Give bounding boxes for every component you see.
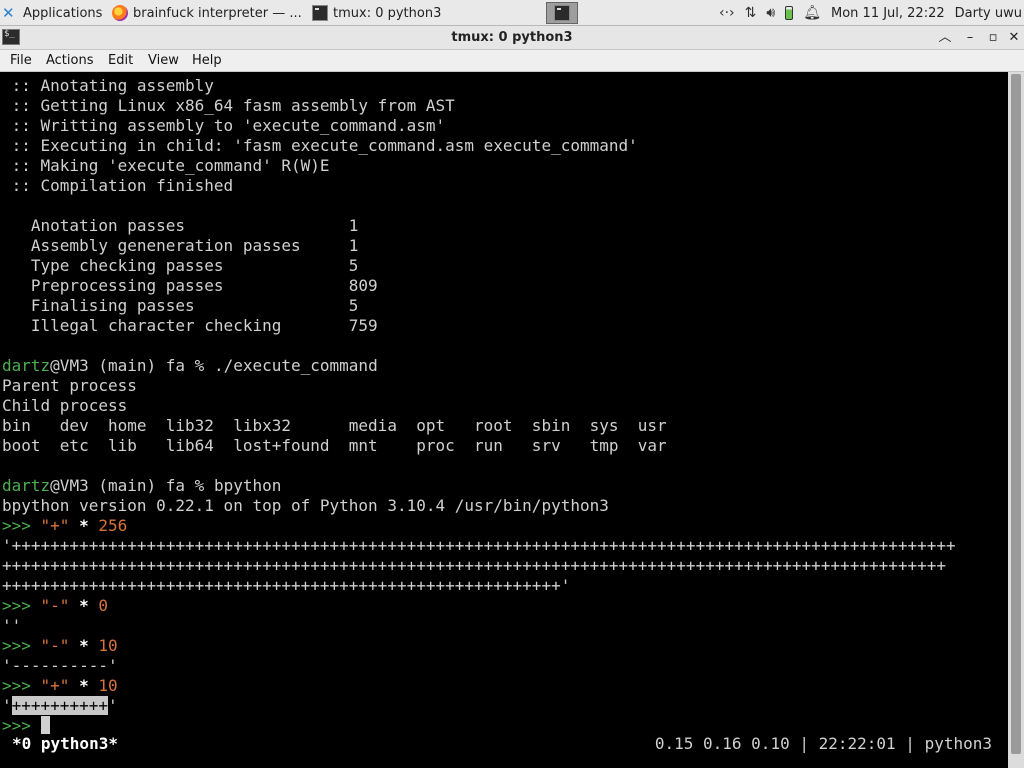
terminal-output[interactable]: :: Anotating assembly :: Getting Linux x… [0,72,1008,768]
shell-prompt-line: dartz@VM3 (main) fa % bpython [2,476,281,496]
scrollbar-thumb[interactable] [1011,74,1021,754]
repl-string: "-" [40,596,70,615]
taskbar-item-tmux[interactable]: tmux: 0 python3 [312,1,508,25]
repl-output-line: '' [2,616,22,635]
repl-output-line: '++++++++++' [2,696,118,716]
repl-number: 0 [98,596,108,615]
repl-output-line: ++++++++++++++++++++++++++++++++++++++++… [2,576,571,595]
close-button[interactable]: ✕ [1005,29,1023,47]
chevron-up-icon[interactable]: ︿ [936,29,954,47]
log-line: :: Getting Linux x86_64 fasm assembly fr… [2,96,455,115]
prompt-host: @VM3 (main) fa % [50,356,214,375]
stats-line: Type checking passes 5 [2,256,359,275]
stats-line: Anotation passes 1 [2,216,359,235]
bell-icon[interactable]: 🔔︎ [803,5,821,21]
prompt-user: dartz [2,476,51,495]
repl-operator: * [69,516,99,535]
repl-operator: * [69,676,99,695]
repl-string: "-" [40,636,70,655]
bpython-version: bpython version 0.22.1 on top of Python … [2,496,609,515]
repl-number: 10 [98,676,118,695]
command-text: ./execute_command [213,356,378,375]
shell-prompt-line: dartz@VM3 (main) fa % ./execute_command [2,356,378,376]
stats-line: Illegal character checking 759 [2,316,378,335]
top-panel: ✕ Applications brainfuck interpreter — .… [0,0,1024,26]
quote: ' [107,696,118,715]
menu-view[interactable]: View [148,53,179,68]
window-titlebar[interactable]: tmux: 0 python3 ︿ – ▫ ✕ [0,26,1024,50]
repl-input-line: >>> "-" * 10 [2,636,118,656]
repl-operator: * [69,636,99,655]
clock[interactable]: Mon 11 Jul, 22:22 [831,6,945,21]
terminal-icon [312,5,328,21]
xfce-logo-icon: ✕ [2,4,15,22]
menubar: File Actions Edit View Help [0,50,1024,72]
active-terminal-launcher[interactable] [546,2,578,24]
prompt-host: @VM3 (main) fa % [50,476,214,495]
menu-help[interactable]: Help [192,53,222,68]
volume-icon[interactable]: 🔊︎ [766,5,775,21]
repl-number: 256 [98,516,128,535]
log-line: :: Writting assembly to 'execute_command… [2,116,446,135]
quote: ' [2,696,12,715]
output-line: Child process [2,396,128,415]
repl-prompt: >>> [2,516,41,535]
repl-input-line: >>> "+" * 10 [2,676,118,696]
tmux-status-right: 0.15 0.16 0.10 | 22:22:01 | python3 [654,734,992,753]
system-tray: ‹·› ⇅ 🔊︎ 🔔︎ Mon 11 Jul, 22:22 Darty uwu [719,0,1024,26]
log-line: :: Anotating assembly [2,76,214,95]
window-title: tmux: 0 python3 [451,30,573,45]
output-line: Parent process [2,376,137,395]
taskbar-item-label: brainfuck interpreter — ... [133,5,302,21]
log-line: :: Executing in child: 'fasm execute_com… [2,136,638,155]
tmux-window-list[interactable]: *0 python3* [12,732,118,756]
user-menu[interactable]: Darty uwu [955,6,1022,21]
menu-edit[interactable]: Edit [108,53,133,68]
repl-string: "+" [40,516,70,535]
applications-label: Applications [23,5,103,21]
menu-actions[interactable]: Actions [46,53,94,68]
stats-line: Finalising passes 5 [2,296,359,315]
repl-output-line: ++++++++++++++++++++++++++++++++++++++++… [2,556,947,575]
output-line: bin dev home lib32 libx32 media opt root… [2,416,667,435]
maximize-button[interactable]: ▫ [984,29,1002,47]
repl-operator: * [69,596,99,615]
minimize-button[interactable]: – [961,29,979,47]
repl-prompt: >>> [2,676,41,695]
prompt-user: dartz [2,356,51,375]
repl-input-line: >>> "+" * 256 [2,516,127,536]
taskbar-item-firefox[interactable]: brainfuck interpreter — ... [112,1,308,25]
taskbar-item-label: tmux: 0 python3 [333,5,442,21]
log-line: :: Making 'execute_command' R(W)E [2,156,330,175]
applications-menu-button[interactable]: ✕ Applications [2,1,108,25]
terminal-scrollbar[interactable] [1008,72,1024,768]
command-text: bpython [213,476,282,495]
output-line: boot etc lib lib64 lost+found mnt proc r… [2,436,667,455]
repl-prompt: >>> [2,636,41,655]
repl-string: "+" [40,676,70,695]
up-down-arrows-icon[interactable]: ⇅ [745,5,757,21]
repl-output-line: '----------' [2,656,118,675]
firefox-icon [112,5,128,21]
menu-file[interactable]: File [10,53,32,68]
battery-icon[interactable] [785,6,794,20]
stats-line: Preprocessing passes 809 [2,276,378,295]
stats-line: Assembly geneneration passes 1 [2,236,359,255]
repl-prompt: >>> [2,596,41,615]
repl-output-line: '+++++++++++++++++++++++++++++++++++++++… [2,536,956,555]
terminal-icon [554,5,570,21]
selected-text[interactable]: ++++++++++ [11,696,108,715]
network-icon[interactable]: ‹·› [719,5,735,21]
repl-input-line: >>> "-" * 0 [2,596,108,616]
log-line: :: Compilation finished [2,176,234,195]
repl-number: 10 [98,636,118,655]
